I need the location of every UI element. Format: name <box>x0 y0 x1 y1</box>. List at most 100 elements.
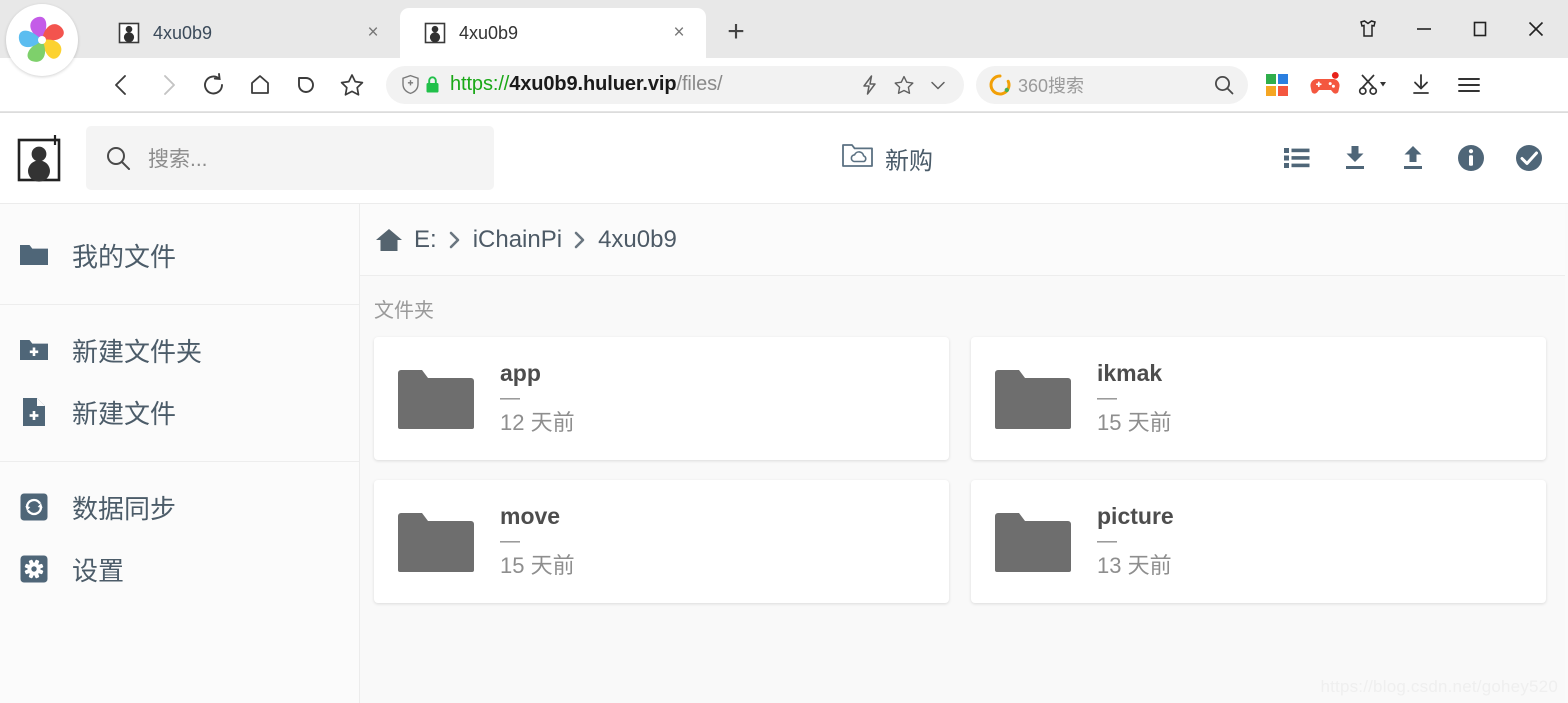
download-icon[interactable] <box>1338 141 1372 175</box>
lock-icon <box>424 75 442 95</box>
folder-meta: picture — 13 天前 <box>1097 502 1174 580</box>
new-tab-button[interactable]: + <box>714 10 758 54</box>
star-icon[interactable] <box>888 69 920 101</box>
chevron-right-icon <box>562 229 598 251</box>
url-text: https://4xu0b9.huluer.vip/files/ <box>450 73 854 96</box>
new-purchase-label: 新购 <box>885 147 933 175</box>
back-button[interactable] <box>100 63 144 107</box>
check-circle-icon[interactable] <box>1512 141 1546 175</box>
undo-button[interactable] <box>284 63 328 107</box>
breadcrumb-item-0[interactable]: E: <box>414 226 437 254</box>
lightning-icon[interactable] <box>854 69 886 101</box>
sidebar-item-settings[interactable]: 设置 <box>0 538 359 600</box>
sidebar-group-1: 我的文件 <box>0 224 359 286</box>
close-button[interactable] <box>1512 10 1560 48</box>
folder-meta: app — 12 天前 <box>500 359 575 437</box>
sidebar-item-data-sync[interactable]: 数据同步 <box>0 476 359 538</box>
minimize-button[interactable] <box>1400 10 1448 48</box>
search-input[interactable]: 搜索... <box>86 126 494 190</box>
sidebar-item-new-file[interactable]: 新建文件 <box>0 381 359 443</box>
sidebar-item-new-folder[interactable]: 新建文件夹 <box>0 319 359 381</box>
folder-icon <box>18 239 50 271</box>
folder-modified: 15 天前 <box>500 553 575 579</box>
sync-icon <box>18 491 50 523</box>
scissors-icon[interactable] <box>1350 63 1396 107</box>
tab-favicon <box>424 22 446 44</box>
browser-tab-2[interactable]: 4xu0b9 × <box>400 8 706 58</box>
skin-shirt-icon[interactable] <box>1344 10 1392 48</box>
gamepad-icon[interactable] <box>1302 63 1348 107</box>
new-purchase-button[interactable]: 新购 <box>841 141 933 176</box>
folder-name: app <box>500 360 541 387</box>
tab-title: 4xu0b9 <box>153 22 213 43</box>
folder-card[interactable]: picture — 13 天前 <box>971 480 1546 603</box>
folder-grid: app — 12 天前 ikmak — 15 天前 move — 15 天前 p… <box>360 331 1568 603</box>
list-view-icon[interactable] <box>1280 141 1314 175</box>
chevron-down-icon[interactable] <box>922 69 954 101</box>
app-header: 搜索... 新购 <box>0 113 1568 204</box>
folder-size: — <box>1097 530 1117 553</box>
folder-icon <box>398 369 474 429</box>
folder-modified: 13 天前 <box>1097 553 1172 579</box>
apps-grid-icon[interactable] <box>1254 63 1300 107</box>
add-user-icon[interactable] <box>14 130 70 186</box>
folder-meta: ikmak — 15 天前 <box>1097 359 1172 437</box>
app-header-center: 新购 <box>494 141 1280 176</box>
info-icon[interactable] <box>1454 141 1488 175</box>
upload-icon[interactable] <box>1396 141 1430 175</box>
home-button[interactable] <box>238 63 282 107</box>
folder-meta: move — 15 天前 <box>500 502 575 580</box>
sidebar-item-label: 设置 <box>72 555 125 586</box>
section-label-folders: 文件夹 <box>374 300 434 322</box>
shield-plus-icon[interactable] <box>400 74 422 96</box>
gear-icon <box>18 553 50 585</box>
search-engine-label: 360搜索 <box>1018 75 1085 96</box>
folder-size: — <box>500 530 520 553</box>
search-icon[interactable] <box>1208 69 1240 101</box>
tab-close-button[interactable]: × <box>666 20 692 46</box>
tab-close-button[interactable]: × <box>360 20 386 46</box>
browser-toolbar: https://4xu0b9.huluer.vip/files/ 360搜索 <box>0 58 1568 112</box>
folder-icon <box>995 512 1071 572</box>
browser-tab-1[interactable]: 4xu0b9 × <box>94 8 400 58</box>
folder-icon <box>995 369 1071 429</box>
address-bar[interactable]: https://4xu0b9.huluer.vip/files/ <box>386 65 964 104</box>
folder-name: ikmak <box>1097 360 1163 387</box>
folder-modified: 15 天前 <box>1097 410 1172 436</box>
forward-button[interactable] <box>146 63 190 107</box>
app-body: 我的文件 新建文件夹 新建文件 数据同步 设置 E: iChainPi 4xu0… <box>0 204 1568 703</box>
sidebar-item-label: 新建文件 <box>72 398 177 429</box>
sidebar-item-label: 我的文件 <box>72 241 177 272</box>
search-box[interactable]: 360搜索 <box>976 65 1248 104</box>
search-icon <box>104 144 132 172</box>
breadcrumb-item-1[interactable]: iChainPi <box>473 226 562 254</box>
360-pinwheel-icon <box>18 16 64 62</box>
sidebar-item-my-files[interactable]: 我的文件 <box>0 224 359 286</box>
file-manager-app: 搜索... 新购 我的文件 新建文件夹 新建文件 数据同步 设置 E: iCha… <box>0 112 1568 703</box>
sidebar-separator <box>0 461 359 462</box>
folder-cloud-icon <box>841 141 874 175</box>
browser-window: 4xu0b9 × 4xu0b9 × + https://4xu0b9.hulue… <box>0 0 1568 703</box>
app-header-actions <box>1280 141 1546 175</box>
address-bar-actions <box>854 69 954 101</box>
folder-plus-icon <box>18 334 50 366</box>
menu-icon[interactable] <box>1446 63 1492 107</box>
url-host: 4xu0b9.huluer.vip <box>509 73 677 95</box>
url-scheme: https:// <box>450 73 510 95</box>
bookmark-star-button[interactable] <box>330 63 374 107</box>
search-placeholder: 搜索... <box>148 148 208 171</box>
content-area: E: iChainPi 4xu0b9 文件夹 app — 12 天前 ikmak… <box>360 204 1568 703</box>
folder-card[interactable]: move — 15 天前 <box>374 480 949 603</box>
home-icon[interactable] <box>374 225 404 255</box>
folder-card[interactable]: ikmak — 15 天前 <box>971 337 1546 460</box>
folder-icon <box>398 512 474 572</box>
maximize-button[interactable] <box>1456 10 1504 48</box>
chevron-right-icon <box>437 229 473 251</box>
sidebar-group-2: 新建文件夹 新建文件 <box>0 319 359 443</box>
downloads-icon[interactable] <box>1398 63 1444 107</box>
reload-button[interactable] <box>192 63 236 107</box>
url-path: /files/ <box>676 73 723 95</box>
folder-card[interactable]: app — 12 天前 <box>374 337 949 460</box>
watermark: https://blog.csdn.net/gohey520 <box>1320 677 1558 696</box>
tab-title: 4xu0b9 <box>459 22 519 43</box>
